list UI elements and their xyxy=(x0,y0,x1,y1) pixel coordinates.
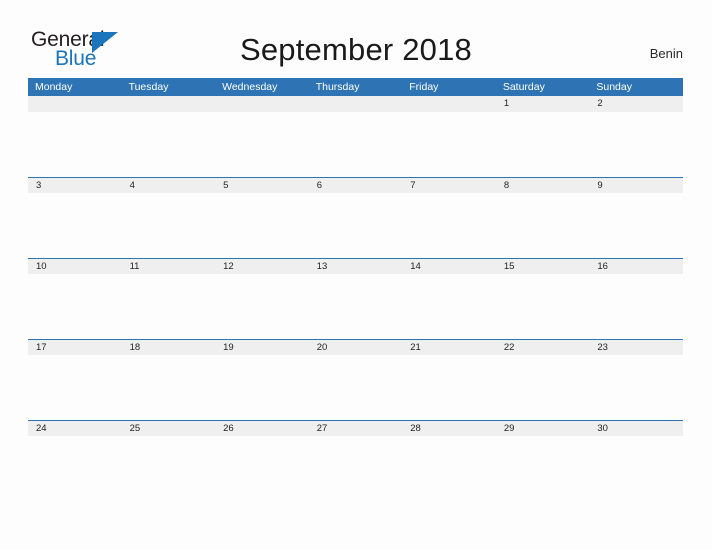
day-cell[interactable]: 1 xyxy=(496,96,590,111)
week-notes-area[interactable] xyxy=(28,112,683,177)
day-cell[interactable]: 5 xyxy=(215,178,309,193)
week-date-strip: 24 25 26 27 28 29 30 xyxy=(28,420,683,436)
day-cell[interactable]: 30 xyxy=(589,421,683,436)
day-cell[interactable]: 3 xyxy=(28,178,122,193)
week-date-strip: 10 11 12 13 14 15 16 xyxy=(28,258,683,274)
day-cell[interactable]: 26 xyxy=(215,421,309,436)
week-notes-area[interactable] xyxy=(28,355,683,420)
day-cell[interactable]: 8 xyxy=(496,178,590,193)
day-cell[interactable]: 9 xyxy=(589,178,683,193)
day-cell[interactable]: 6 xyxy=(309,178,403,193)
day-cell[interactable]: 17 xyxy=(28,340,122,355)
day-cell[interactable]: 27 xyxy=(309,421,403,436)
calendar-week-row: 17 18 19 20 21 22 23 xyxy=(28,339,683,420)
day-cell[interactable]: 29 xyxy=(496,421,590,436)
weekday-header-wednesday: Wednesday xyxy=(222,81,278,93)
day-cell[interactable] xyxy=(122,96,216,111)
calendar-week-row: 3 4 5 6 7 8 9 xyxy=(28,177,683,258)
calendar-week-row: 1 2 xyxy=(28,96,683,177)
weekday-header-friday: Friday xyxy=(409,81,439,93)
day-cell[interactable]: 25 xyxy=(122,421,216,436)
week-notes-area[interactable] xyxy=(28,274,683,339)
weekday-header-saturday: Saturday xyxy=(502,81,545,93)
weekday-header-monday: Monday xyxy=(35,81,73,93)
week-date-strip: 1 2 xyxy=(28,96,683,112)
day-cell[interactable]: 11 xyxy=(122,259,216,274)
day-cell[interactable] xyxy=(309,96,403,111)
day-cell[interactable]: 24 xyxy=(28,421,122,436)
week-notes-area[interactable] xyxy=(28,436,683,501)
day-cell[interactable]: 23 xyxy=(589,340,683,355)
page-title: September 2018 xyxy=(239,32,472,67)
day-cell[interactable] xyxy=(402,96,496,111)
weekday-header-sunday: Sunday xyxy=(596,81,632,93)
day-cell[interactable]: 18 xyxy=(122,340,216,355)
day-cell[interactable]: 28 xyxy=(402,421,496,436)
day-cell[interactable]: 22 xyxy=(496,340,590,355)
day-cell[interactable]: 14 xyxy=(402,259,496,274)
day-cell[interactable] xyxy=(215,96,309,111)
calendar-week-row: 10 11 12 13 14 15 16 xyxy=(28,258,683,339)
week-date-strip: 3 4 5 6 7 8 9 xyxy=(28,177,683,193)
week-date-strip: 17 18 19 20 21 22 23 xyxy=(28,339,683,355)
weekday-header-row: Monday Tuesday Wednesday Thursday Friday… xyxy=(28,78,683,96)
day-cell[interactable]: 2 xyxy=(589,96,683,111)
weekday-header-thursday: Thursday xyxy=(315,81,360,93)
day-cell[interactable]: 12 xyxy=(215,259,309,274)
day-cell[interactable]: 4 xyxy=(122,178,216,193)
country-label: Benin xyxy=(649,46,683,61)
page-header: General Blue September 2018 Benin xyxy=(0,0,712,76)
day-cell[interactable]: 13 xyxy=(309,259,403,274)
day-cell[interactable] xyxy=(28,96,122,111)
day-cell[interactable]: 10 xyxy=(28,259,122,274)
day-cell[interactable]: 15 xyxy=(496,259,590,274)
week-notes-area[interactable] xyxy=(28,193,683,258)
day-cell[interactable]: 20 xyxy=(309,340,403,355)
calendar-page: General Blue September 2018 Benin Monday… xyxy=(0,0,712,550)
weekday-header-tuesday: Tuesday xyxy=(128,81,169,93)
calendar-week-row: 24 25 26 27 28 29 30 xyxy=(28,420,683,501)
day-cell[interactable]: 7 xyxy=(402,178,496,193)
day-cell[interactable]: 21 xyxy=(402,340,496,355)
calendar-grid: Monday Tuesday Wednesday Thursday Friday… xyxy=(28,78,683,501)
day-cell[interactable]: 19 xyxy=(215,340,309,355)
day-cell[interactable]: 16 xyxy=(589,259,683,274)
